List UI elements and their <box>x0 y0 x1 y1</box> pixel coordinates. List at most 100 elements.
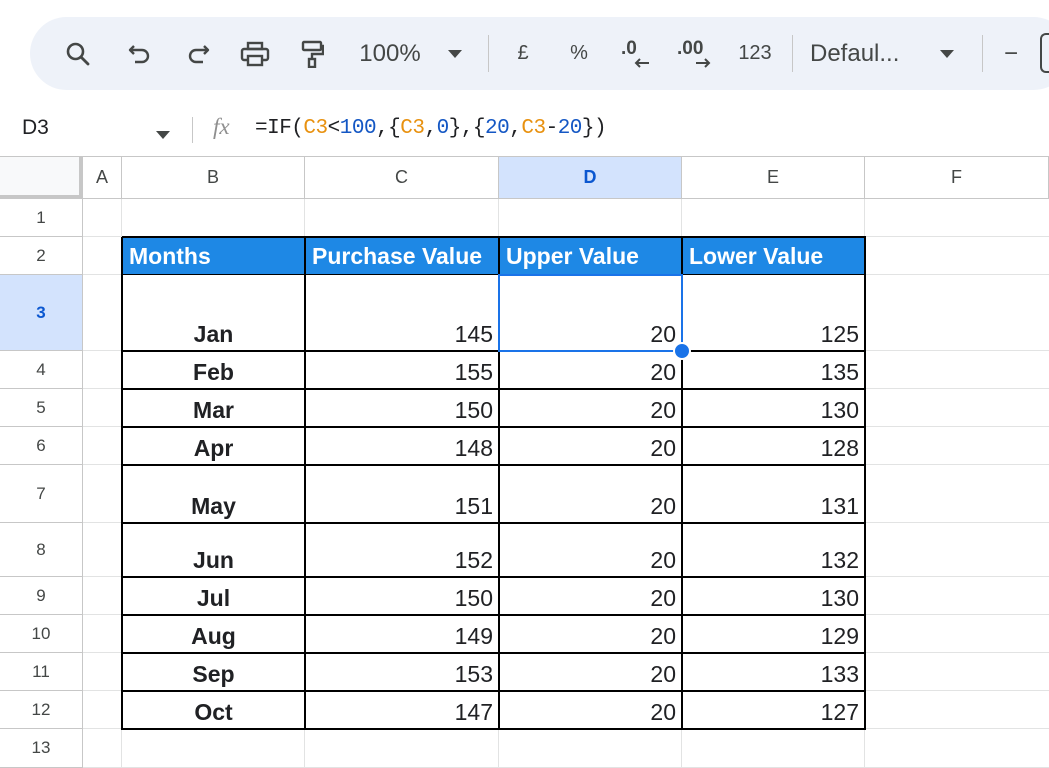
month-cell[interactable]: Sep <box>122 653 305 691</box>
lower-value-cell[interactable]: 131 <box>682 465 865 523</box>
column-header-c[interactable]: C <box>305 157 499 199</box>
column-header-a[interactable]: A <box>83 157 122 199</box>
purchase-value-cell[interactable]: 145 <box>305 275 499 351</box>
arrow-right-icon <box>695 58 711 68</box>
purchase-value-cell[interactable]: 150 <box>305 577 499 615</box>
currency-format-button[interactable]: £ <box>508 17 538 90</box>
row-header-2[interactable]: 2 <box>0 237 83 275</box>
row-header-11[interactable]: 11 <box>0 653 83 691</box>
lower-value-cell[interactable]: 129 <box>682 615 865 653</box>
percent-format-button[interactable]: % <box>564 17 594 90</box>
purchase-value-cell[interactable]: 152 <box>305 523 499 577</box>
row-header-4[interactable]: 4 <box>0 351 83 389</box>
cell-reference: D3 <box>22 116 49 139</box>
month-cell[interactable]: Jan <box>122 275 305 351</box>
toolbar-divider <box>982 35 983 72</box>
chevron-down-icon[interactable] <box>442 17 468 90</box>
upper-value-cell[interactable]: 20 <box>499 351 682 389</box>
increase-decimal-button[interactable]: .00 <box>672 17 720 90</box>
row-header-3[interactable]: 3 <box>0 275 83 351</box>
formula-text: - <box>546 117 558 140</box>
font-value: Defaul... <box>810 40 899 68</box>
month-cell[interactable]: Feb <box>122 351 305 389</box>
lower-value-cell[interactable]: 128 <box>682 427 865 465</box>
column-header-b[interactable]: B <box>122 157 305 199</box>
spreadsheet-grid[interactable]: ABCDEF12345678910111213MonthsPurchase Va… <box>0 157 1049 768</box>
month-cell[interactable]: Aug <box>122 615 305 653</box>
purchase-value-cell[interactable]: 148 <box>305 427 499 465</box>
upper-value-cell[interactable]: 20 <box>499 691 682 729</box>
row-header-10[interactable]: 10 <box>0 615 83 653</box>
purchase-value-cell[interactable]: 153 <box>305 653 499 691</box>
minus-icon: − <box>1004 40 1018 68</box>
toolbar: 100% £ % .0 .00 123 Defaul... − <box>30 17 1049 90</box>
header-cell-purchase-value[interactable]: Purchase Value <box>305 237 499 275</box>
zoom-select[interactable]: 100% <box>350 17 430 90</box>
row-header-6[interactable]: 6 <box>0 427 83 465</box>
upper-value-cell[interactable]: 20 <box>499 577 682 615</box>
purchase-value-cell[interactable]: 149 <box>305 615 499 653</box>
print-icon[interactable] <box>236 17 274 90</box>
lower-value-cell[interactable]: 130 <box>682 577 865 615</box>
undo-icon[interactable] <box>122 17 158 90</box>
chevron-down-icon[interactable] <box>934 17 960 90</box>
upper-value-cell[interactable]: 20 <box>499 523 682 577</box>
purchase-value-cell[interactable]: 151 <box>305 465 499 523</box>
row-header-13[interactable]: 13 <box>0 729 83 768</box>
increase-decimal-label: .00 <box>677 38 703 60</box>
month-cell[interactable]: Jul <box>122 577 305 615</box>
formula-bar-divider <box>192 117 193 143</box>
row-header-7[interactable]: 7 <box>0 465 83 523</box>
column-header-d[interactable]: D <box>499 157 682 199</box>
decrease-decimal-label: .0 <box>621 38 637 60</box>
font-size-input[interactable] <box>1040 33 1049 73</box>
row-header-8[interactable]: 8 <box>0 523 83 577</box>
lower-value-cell[interactable]: 130 <box>682 389 865 427</box>
upper-value-cell[interactable]: 20 <box>499 465 682 523</box>
lower-value-cell[interactable]: 132 <box>682 523 865 577</box>
column-header-e[interactable]: E <box>682 157 865 199</box>
font-select[interactable]: Defaul... <box>810 17 920 90</box>
select-all-corner[interactable] <box>0 157 83 199</box>
decrease-font-size-button[interactable]: − <box>996 17 1026 90</box>
month-cell[interactable]: May <box>122 465 305 523</box>
paint-format-icon[interactable] <box>294 17 330 90</box>
header-cell-lower-value[interactable]: Lower Value <box>682 237 865 275</box>
fill-handle[interactable] <box>673 342 691 360</box>
table-column-border <box>304 237 306 730</box>
formula-number: 0 <box>437 117 449 140</box>
month-cell[interactable]: Jun <box>122 523 305 577</box>
row-header-12[interactable]: 12 <box>0 691 83 729</box>
redo-icon[interactable] <box>180 17 216 90</box>
lower-value-cell[interactable]: 135 <box>682 351 865 389</box>
formula-number: 20 <box>485 117 509 140</box>
header-cell-months[interactable]: Months <box>122 237 305 275</box>
lower-value-cell[interactable]: 127 <box>682 691 865 729</box>
search-icon[interactable] <box>60 17 96 90</box>
upper-value-cell[interactable]: 20 <box>499 615 682 653</box>
more-formats-button[interactable]: 123 <box>730 17 780 90</box>
purchase-value-cell[interactable]: 150 <box>305 389 499 427</box>
selected-cell-outline <box>498 274 683 352</box>
lower-value-cell[interactable]: 133 <box>682 653 865 691</box>
column-header-f[interactable]: F <box>865 157 1049 199</box>
row-header-1[interactable]: 1 <box>0 199 83 237</box>
upper-value-cell[interactable]: 20 <box>499 653 682 691</box>
upper-value-cell[interactable]: 20 <box>499 427 682 465</box>
header-cell-upper-value[interactable]: Upper Value <box>499 237 682 275</box>
row-header-9[interactable]: 9 <box>0 577 83 615</box>
formula-text: },{ <box>449 117 485 140</box>
lower-value-cell[interactable]: 125 <box>682 275 865 351</box>
month-cell[interactable]: Oct <box>122 691 305 729</box>
purchase-value-cell[interactable]: 155 <box>305 351 499 389</box>
month-cell[interactable]: Apr <box>122 427 305 465</box>
upper-value-cell[interactable]: 20 <box>499 389 682 427</box>
row-header-5[interactable]: 5 <box>0 389 83 427</box>
table-row-border <box>122 728 866 730</box>
decrease-decimal-button[interactable]: .0 <box>616 17 656 90</box>
name-box[interactable]: D3 <box>22 116 49 140</box>
chevron-down-icon[interactable] <box>156 126 170 144</box>
formula-input[interactable]: =IF(C3<100,{C3,0},{20,C3-20}) <box>255 117 606 140</box>
month-cell[interactable]: Mar <box>122 389 305 427</box>
purchase-value-cell[interactable]: 147 <box>305 691 499 729</box>
